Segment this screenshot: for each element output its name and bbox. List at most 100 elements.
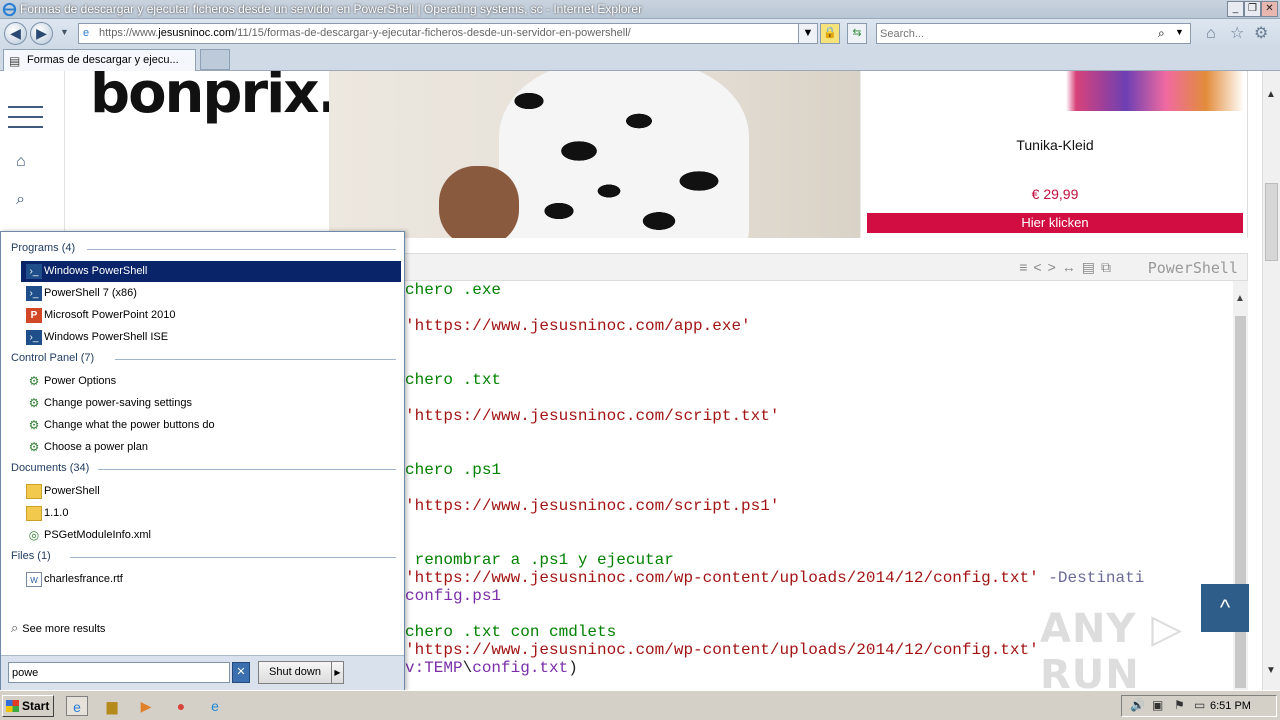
internet-explorer-icon[interactable]: e	[66, 696, 88, 716]
start-result-label: Change power-saving settings	[44, 397, 192, 409]
home-icon[interactable]: ⌂	[1206, 26, 1216, 42]
start-result-item[interactable]: ⚙ Change power-saving settings	[21, 393, 401, 414]
start-result-item[interactable]: ⚙ Power Options	[21, 371, 401, 392]
folder-icon	[26, 484, 42, 499]
close-button[interactable]: ✕	[1261, 1, 1278, 17]
address-url[interactable]: https://www.jesusninoc.com/11/15/formas-…	[99, 27, 631, 39]
new-tab-button[interactable]	[200, 49, 230, 70]
clock[interactable]: 6:51 PM	[1210, 700, 1251, 712]
address-dropdown-button[interactable]: ▼	[798, 23, 818, 44]
media-player-icon[interactable]: ▶	[135, 696, 157, 716]
ad-product-card[interactable]: Tunika-Kleid € 29,99 Hier klicken	[860, 71, 1248, 238]
copy-icon[interactable]: ▤	[1082, 259, 1101, 275]
start-result-item[interactable]: Wcharlesfrance.rtf	[21, 569, 401, 590]
search-icon[interactable]: ⌕	[16, 191, 25, 209]
close-icon: ✕	[236, 666, 246, 678]
code-line: chero .txt con cmdlets	[405, 623, 616, 641]
shutdown-options-button[interactable]: ▶	[331, 661, 344, 684]
code-token: v:TEMP	[405, 659, 463, 677]
window-titlebar: Formas de descargar y ejecutar ficheros …	[0, 0, 1280, 19]
clear-search-button[interactable]: ✕	[232, 662, 250, 683]
code-line: 'https://www.jesusninoc.com/script.txt'	[405, 407, 779, 425]
toggle-plain-icon[interactable]: ≡	[1019, 259, 1033, 275]
see-more-results-link[interactable]: ⌕ See more results	[11, 620, 105, 636]
page-scrollbar-thumb[interactable]	[1265, 183, 1278, 261]
file-explorer-icon[interactable]: ▆	[101, 696, 123, 716]
search-box[interactable]: ⌕ ▼	[876, 23, 1191, 44]
start-result-item[interactable]: 1.1.0	[21, 503, 401, 524]
code-token: 'https://www.jesusninoc.com/script.txt'	[405, 407, 780, 425]
start-result-item[interactable]: ›_ PowerShell 7 (x86)	[21, 283, 401, 304]
result-group-heading[interactable]: Programs (4)	[11, 242, 75, 254]
back-button[interactable]: ◀	[4, 22, 27, 45]
code-token: config.ps1	[405, 587, 502, 605]
code-token: config.txt	[472, 659, 569, 677]
start-result-label: Windows PowerShell ISE	[44, 331, 169, 343]
search-input[interactable]	[880, 26, 1150, 41]
view-source-icon[interactable]: <>	[1033, 259, 1061, 275]
scroll-up-icon[interactable]: ▲	[1266, 89, 1276, 100]
start-result-item[interactable]: ›_ Windows PowerShell	[21, 261, 401, 282]
page-scrollbar[interactable]: ▲ ▼	[1262, 71, 1280, 690]
bonprix-logo[interactable]: bonprix.	[90, 71, 339, 126]
start-result-label: 1.1.0	[44, 507, 69, 519]
restore-button[interactable]: ❐	[1244, 1, 1261, 17]
start-result-item[interactable]: ◎ PSGetModuleInfo.xml	[21, 525, 401, 546]
start-result-item[interactable]: ⚙ Choose a power plan	[21, 437, 401, 458]
back-arrow-icon: ◀	[10, 25, 21, 41]
start-menu: Programs (4) ›_ Windows PowerShell ›_ PowerS…	[0, 231, 405, 691]
code-tools[interactable]: ≡<>↔▤⧉	[1019, 259, 1117, 276]
expand-icon[interactable]: ↔	[1062, 259, 1082, 275]
tab-active[interactable]: ▤ Formas de descargar y ejecu...	[3, 49, 196, 71]
tools-gear-icon[interactable]: ⚙	[1254, 26, 1268, 42]
code-line: chero .ps1	[405, 461, 501, 479]
network-icon[interactable]: ▣	[1152, 698, 1163, 712]
ad-logo-area[interactable]: bonprix.	[66, 71, 339, 238]
control-panel-icon: ⚙	[28, 440, 40, 454]
home-icon[interactable]: ⌂	[16, 153, 26, 171]
open-new-window-icon[interactable]: ⧉	[1101, 259, 1117, 275]
result-group-heading[interactable]: Files (1)	[11, 550, 51, 562]
ad-cta-button[interactable]: Hier klicken	[867, 213, 1243, 233]
search-dropdown-icon[interactable]: ▼	[1175, 27, 1184, 37]
result-group-heading[interactable]: Documents (34)	[11, 462, 89, 474]
system-tray: 🔊 ▣ ⚑ ▭ 6:51 PM	[1121, 695, 1277, 717]
refresh-button[interactable]: ⇆	[847, 23, 867, 44]
code-token: chero .txt	[405, 371, 502, 389]
start-search-box[interactable]	[8, 662, 230, 683]
code-token: -Destinati	[1038, 569, 1145, 587]
action-center-flag-icon[interactable]: ⚑	[1174, 698, 1185, 712]
security-lock-button[interactable]: 🔒	[820, 23, 840, 44]
ad-model-photo[interactable]	[329, 71, 860, 238]
favorites-star-icon[interactable]: ☆	[1230, 26, 1244, 42]
start-result-item[interactable]: ⚙ Change what the power buttons do	[21, 415, 401, 436]
power-icon[interactable]: ▭	[1194, 698, 1205, 712]
minimize-button[interactable]: _	[1227, 1, 1244, 17]
start-result-item[interactable]: ›_ Windows PowerShell ISE	[21, 327, 401, 348]
forward-button[interactable]: ▶	[30, 22, 53, 45]
start-result-label: PSGetModuleInfo.xml	[44, 529, 151, 541]
start-search-input[interactable]	[12, 665, 227, 680]
start-result-item[interactable]: P Microsoft PowerPoint 2010	[21, 305, 401, 326]
chevron-down-icon: ▼	[802, 27, 814, 39]
chrome-icon[interactable]: ●	[170, 696, 192, 716]
powershell-ise-icon: ›_	[26, 330, 42, 345]
navigation-bar: ◀ ▶ ▼ e https://www.jesusninoc.com/11/15…	[0, 19, 1280, 48]
search-results: Programs (4) ›_ Windows PowerShell ›_ PowerS…	[6, 237, 401, 651]
scroll-up-icon[interactable]: ▲	[1235, 293, 1245, 304]
refresh-icon: ⇆	[852, 27, 862, 39]
volume-icon[interactable]: 🔊	[1130, 698, 1145, 712]
search-icon[interactable]: ⌕	[1158, 26, 1165, 41]
scroll-down-icon[interactable]: ▼	[1266, 665, 1276, 676]
start-result-item[interactable]: PowerShell	[21, 481, 401, 502]
product-image[interactable]	[866, 71, 1244, 111]
group-divider	[115, 359, 396, 360]
edge-icon[interactable]: e	[204, 696, 226, 716]
recent-pages-dropdown-icon[interactable]: ▼	[60, 27, 69, 37]
start-result-label: Choose a power plan	[44, 441, 148, 453]
start-button[interactable]: Start	[2, 695, 54, 717]
address-bar[interactable]: e https://www.jesusninoc.com/11/15/forma…	[78, 23, 817, 44]
result-group-heading[interactable]: Control Panel (7)	[11, 352, 94, 364]
start-result-label: charlesfrance.rtf	[44, 573, 123, 585]
shutdown-button[interactable]: Shut down	[258, 661, 332, 684]
